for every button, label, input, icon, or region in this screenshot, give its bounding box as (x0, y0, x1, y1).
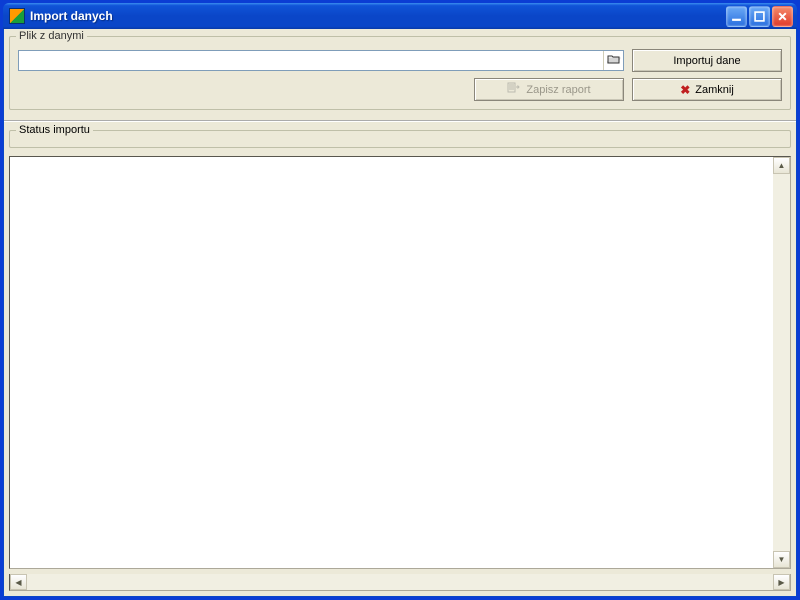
status-output-container: ▲ ▼ ◀ ▶ (4, 152, 796, 596)
close-window-button[interactable] (772, 6, 793, 27)
save-report-button[interactable]: Zapisz raport (474, 78, 624, 101)
client-area: Plik z danymi (3, 29, 797, 597)
scroll-v-track[interactable] (773, 174, 790, 551)
import-button-label: Importuj dane (673, 55, 740, 67)
file-group-legend: Plik z danymi (16, 30, 87, 42)
scroll-right-button[interactable]: ▶ (773, 574, 790, 590)
maximize-button[interactable] (749, 6, 770, 27)
file-groupbox: Plik z danymi (9, 36, 791, 110)
status-group-legend: Status importu (16, 124, 93, 136)
titlebar[interactable]: Import danych (3, 3, 797, 29)
status-textarea[interactable] (10, 157, 773, 568)
vertical-scrollbar[interactable]: ▲ ▼ (773, 157, 790, 568)
file-path-input[interactable] (19, 51, 603, 70)
horizontal-scrollbar[interactable]: ◀ ▶ (9, 574, 791, 591)
save-report-label: Zapisz raport (526, 84, 590, 96)
scroll-down-button[interactable]: ▼ (773, 551, 790, 568)
scroll-left-button[interactable]: ◀ (10, 574, 27, 590)
import-button[interactable]: Importuj dane (632, 49, 782, 72)
status-groupbox: Status importu (9, 130, 791, 148)
window-title: Import danych (30, 9, 113, 23)
close-button-label: Zamknij (695, 84, 734, 96)
close-icon: ✖ (680, 83, 690, 97)
browse-button[interactable] (603, 51, 623, 70)
window-frame: Import danych Plik z danymi (0, 0, 800, 600)
scroll-up-button[interactable]: ▲ (773, 157, 790, 174)
minimize-button[interactable] (726, 6, 747, 27)
scroll-h-track[interactable] (27, 574, 773, 590)
folder-open-icon (607, 53, 621, 68)
file-path-field (18, 50, 624, 71)
status-textarea-wrap: ▲ ▼ (9, 156, 791, 569)
save-report-icon (507, 82, 521, 97)
window-controls (726, 6, 793, 27)
top-section: Plik z danymi (4, 29, 796, 122)
app-icon (9, 8, 25, 24)
close-button[interactable]: ✖ Zamknij (632, 78, 782, 101)
